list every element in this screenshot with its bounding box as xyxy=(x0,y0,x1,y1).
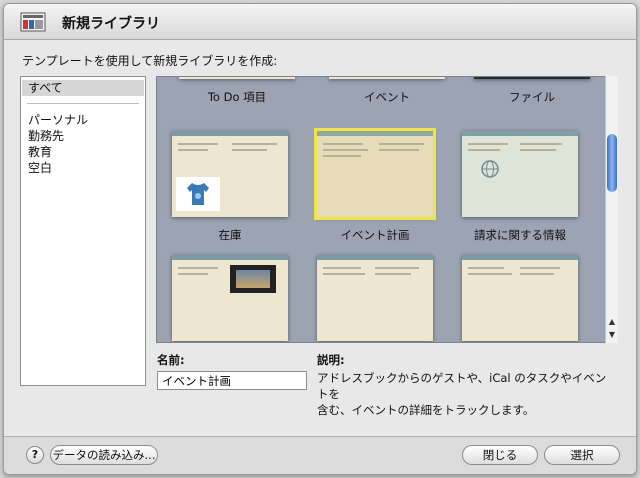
choose-button[interactable]: 選択 xyxy=(544,445,620,465)
title-bar: 新規ライブラリ xyxy=(4,4,636,40)
scroll-up-arrow-icon[interactable]: ▲ xyxy=(606,316,618,328)
template-todo[interactable]: To Do 項目 xyxy=(167,77,307,113)
template-item[interactable] xyxy=(305,255,445,342)
library-icon xyxy=(20,12,46,32)
template-inventory[interactable]: 在庫 xyxy=(160,131,300,251)
description-line: アドレスブックからのゲストや、iCal のタスクやイベントを xyxy=(317,371,607,401)
scrollbar-thumb[interactable] xyxy=(607,134,617,192)
template-thumbnail xyxy=(179,77,295,79)
template-thumbnail xyxy=(314,128,436,220)
template-thumbnail xyxy=(172,255,288,341)
description-line: 含む、イベントの詳細をトラックします。 xyxy=(317,403,535,417)
gallery-scrollbar[interactable]: ▲ ▼ xyxy=(605,76,618,343)
category-item-personal[interactable]: パーソナル xyxy=(22,112,144,128)
tshirt-icon xyxy=(187,183,209,205)
category-list[interactable]: すべて パーソナル 勤務先 教育 空白 xyxy=(20,76,146,386)
scroll-down-arrow-icon[interactable]: ▼ xyxy=(606,329,618,341)
new-library-dialog: 新規ライブラリ テンプレートを使用して新規ライブラリを作成: すべて パーソナル… xyxy=(3,3,637,475)
name-label: 名前: xyxy=(157,353,185,367)
template-thumbnail xyxy=(317,255,433,341)
template-label: 請求に関する情報 xyxy=(474,228,566,242)
template-label: イベント計画 xyxy=(340,228,410,242)
template-thumbnail xyxy=(462,255,578,341)
globe-icon xyxy=(481,160,499,178)
category-separator xyxy=(27,103,139,104)
template-thumbnail xyxy=(172,131,288,217)
category-item-education[interactable]: 教育 xyxy=(22,144,144,160)
template-thumbnail xyxy=(474,77,590,79)
template-label: イベント xyxy=(364,90,410,104)
library-name-input[interactable] xyxy=(157,371,307,390)
template-gallery[interactable]: To Do 項目 イベント ファイル 在庫 イベント計画 請求に関する情報 xyxy=(156,76,618,343)
template-item[interactable] xyxy=(450,255,590,342)
instruction-text: テンプレートを使用して新規ライブラリを作成: xyxy=(22,54,278,68)
description-label: 説明: xyxy=(317,353,345,367)
template-thumbnail xyxy=(329,77,445,79)
window-title: 新規ライブラリ xyxy=(62,16,160,32)
template-files[interactable]: ファイル xyxy=(462,77,602,113)
template-label: ファイル xyxy=(509,90,555,104)
template-billing-info[interactable]: 請求に関する情報 xyxy=(450,131,590,251)
template-event-planning[interactable]: イベント計画 xyxy=(305,128,445,251)
close-button[interactable]: 閉じる xyxy=(462,445,538,465)
category-item-all[interactable]: すべて xyxy=(22,80,144,96)
template-label: 在庫 xyxy=(218,228,242,242)
description-text: アドレスブックからのゲストや、iCal のタスクやイベントを 含む、イベントの詳… xyxy=(317,370,617,418)
template-item[interactable] xyxy=(160,255,300,342)
template-event[interactable]: イベント xyxy=(317,77,457,113)
help-icon[interactable]: ? xyxy=(26,446,44,464)
category-item-work[interactable]: 勤務先 xyxy=(22,128,144,144)
template-thumbnail xyxy=(462,131,578,217)
category-item-blank[interactable]: 空白 xyxy=(22,160,144,176)
import-data-button[interactable]: データの読み込み... xyxy=(50,445,158,465)
template-label: To Do 項目 xyxy=(207,90,267,104)
